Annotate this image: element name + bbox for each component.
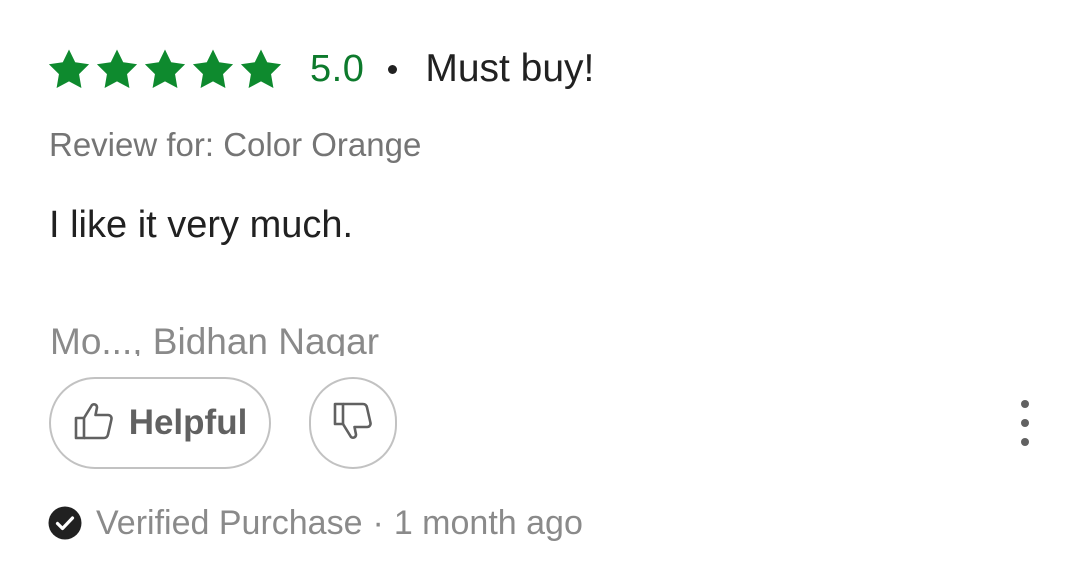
bullet-separator: [388, 64, 398, 74]
more-vertical-icon-dot: [1021, 438, 1029, 446]
review-actions: Helpful: [49, 377, 397, 469]
star-icon: [190, 48, 236, 90]
thumbs-down-icon: [332, 401, 374, 446]
more-vertical-icon-dot: [1021, 419, 1029, 427]
more-vertical-icon-dot: [1021, 400, 1029, 408]
verified-row: Verified Purchase · 1 month ago: [48, 503, 583, 543]
review-card: 5.0 Must buy! Review for: Color Orange I…: [0, 0, 1080, 574]
rating-row: 5.0 Must buy!: [46, 44, 594, 94]
review-author: Mo..., Bidhan Nagar: [50, 321, 380, 356]
meta-separator: ·: [372, 503, 384, 542]
review-title: Must buy!: [425, 47, 595, 90]
more-options-button[interactable]: [1012, 400, 1038, 446]
star-icon: [94, 48, 140, 90]
review-variant: Review for: Color Orange: [49, 126, 422, 163]
star-icon: [238, 48, 284, 90]
review-body: I like it very much.: [49, 204, 354, 246]
star-rating: [46, 48, 284, 90]
verified-purchase-label: Verified Purchase: [96, 503, 363, 542]
star-icon: [46, 48, 92, 90]
review-time: 1 month ago: [393, 503, 583, 542]
rating-score: 5.0: [310, 47, 365, 90]
check-circle-icon: [48, 506, 82, 540]
thumbs-up-icon: [73, 401, 115, 446]
helpful-label: Helpful: [128, 403, 248, 442]
star-icon: [142, 48, 188, 90]
helpful-button[interactable]: Helpful: [49, 377, 271, 469]
dislike-button[interactable]: [309, 377, 397, 469]
